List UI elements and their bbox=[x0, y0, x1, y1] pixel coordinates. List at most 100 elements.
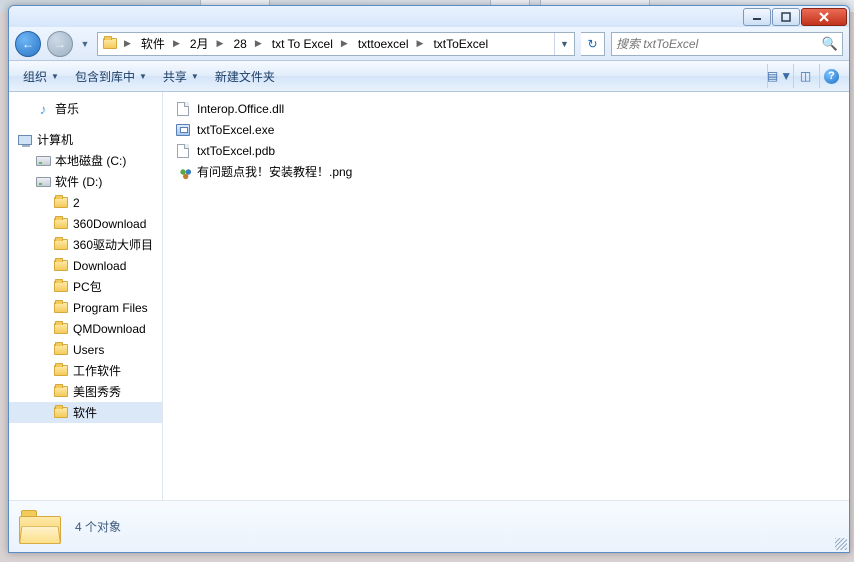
status-bar: 4 个对象 bbox=[9, 500, 849, 552]
crumb-0[interactable]: 软件 bbox=[133, 33, 171, 55]
sidebar-label: Program Files bbox=[73, 301, 148, 315]
sidebar-item-folder[interactable]: Program Files bbox=[9, 297, 162, 318]
crumb-4[interactable]: txttoexcel bbox=[350, 33, 415, 55]
crumb-3[interactable]: txt To Excel bbox=[264, 33, 339, 55]
file-row[interactable]: Interop.Office.dll bbox=[165, 98, 847, 119]
breadcrumb-bar[interactable]: ▶ 软件▶ 2月▶ 28▶ txt To Excel▶ txttoexcel▶ … bbox=[97, 32, 575, 56]
sidebar-item-folder[interactable]: 软件 bbox=[9, 402, 162, 423]
crumb-sep-icon[interactable]: ▶ bbox=[253, 38, 264, 49]
folder-icon bbox=[53, 279, 69, 295]
crumb-5[interactable]: txtToExcel bbox=[425, 33, 494, 55]
toolbar: 组织▼ 包含到库中 ▼ 共享 ▼ 新建文件夹 ▤▼ ◫ ? bbox=[9, 61, 849, 92]
crumb-sep-icon[interactable]: ▶ bbox=[215, 38, 226, 49]
sidebar-item-folder[interactable]: Download bbox=[9, 255, 162, 276]
crumb-2[interactable]: 28 bbox=[225, 33, 252, 55]
new-folder-button[interactable]: 新建文件夹 bbox=[207, 64, 283, 88]
file-row[interactable]: 有问题点我！安装教程！.png bbox=[165, 161, 847, 182]
path-history-dropdown[interactable]: ▼ bbox=[554, 33, 574, 55]
file-type-icon bbox=[175, 122, 191, 138]
address-bar: ← → ▼ ▶ 软件▶ 2月▶ 28▶ txt To Excel▶ txttoe… bbox=[9, 27, 849, 61]
share-menu[interactable]: 共享 ▼ bbox=[155, 64, 207, 88]
include-label: 包含到库中 bbox=[75, 68, 135, 85]
close-icon bbox=[819, 12, 829, 22]
sidebar-item-folder[interactable]: 工作软件 bbox=[9, 360, 162, 381]
sidebar-label: 360Download bbox=[73, 217, 146, 231]
file-name: 有问题点我！安装教程！.png bbox=[197, 163, 352, 180]
crumb-sep-icon[interactable]: ▶ bbox=[339, 38, 350, 49]
view-options-button[interactable]: ▤▼ bbox=[767, 64, 791, 88]
search-box[interactable]: 🔍 bbox=[611, 32, 843, 56]
folder-icon bbox=[53, 300, 69, 316]
search-icon[interactable]: 🔍 bbox=[822, 36, 838, 52]
refresh-icon: ↻ bbox=[587, 37, 597, 51]
sidebar-item-folder[interactable]: QMDownload bbox=[9, 318, 162, 339]
maximize-icon bbox=[781, 12, 791, 22]
music-icon: ♪ bbox=[35, 101, 51, 117]
preview-pane-button[interactable]: ◫ bbox=[793, 64, 817, 88]
file-type-icon bbox=[175, 101, 191, 117]
resize-grip[interactable] bbox=[835, 538, 847, 550]
file-type-icon bbox=[175, 143, 191, 159]
crumb-1[interactable]: 2月 bbox=[182, 33, 215, 55]
file-name: txtToExcel.exe bbox=[197, 123, 274, 137]
help-button[interactable]: ? bbox=[819, 64, 843, 88]
forward-arrow-icon: → bbox=[54, 37, 66, 51]
sidebar-label: 360驱动大师目 bbox=[73, 236, 153, 253]
folder-icon bbox=[53, 342, 69, 358]
explorer-window: ← → ▼ ▶ 软件▶ 2月▶ 28▶ txt To Excel▶ txttoe… bbox=[8, 5, 850, 553]
folder-icon bbox=[53, 195, 69, 211]
history-dropdown[interactable]: ▼ bbox=[79, 34, 91, 54]
navigation-sidebar[interactable]: ♪音乐 计算机 本地磁盘 (C:) 软件 (D:) 2 360Download 36… bbox=[9, 92, 163, 500]
sidebar-item-computer[interactable]: 计算机 bbox=[9, 129, 162, 150]
crumb-sep-icon[interactable]: ▶ bbox=[171, 38, 182, 49]
folder-icon bbox=[53, 405, 69, 421]
view-icon: ▤ bbox=[767, 69, 778, 83]
sidebar-splitter[interactable] bbox=[159, 92, 163, 500]
close-button[interactable] bbox=[801, 8, 847, 26]
sidebar-item-folder[interactable]: 360驱动大师目 bbox=[9, 234, 162, 255]
titlebar[interactable] bbox=[9, 6, 849, 27]
chevron-down-icon: ▼ bbox=[191, 72, 199, 81]
sidebar-item-drive-c[interactable]: 本地磁盘 (C:) bbox=[9, 150, 162, 171]
sidebar-item-folder[interactable]: Users bbox=[9, 339, 162, 360]
file-row[interactable]: txtToExcel.pdb bbox=[165, 140, 847, 161]
include-in-library-menu[interactable]: 包含到库中 ▼ bbox=[67, 64, 155, 88]
sidebar-label: QMDownload bbox=[73, 322, 146, 336]
refresh-button[interactable]: ↻ bbox=[581, 32, 605, 56]
minimize-button[interactable] bbox=[743, 8, 771, 26]
folder-icon bbox=[53, 237, 69, 253]
location-folder-icon bbox=[100, 34, 120, 54]
back-button[interactable]: ← bbox=[15, 31, 41, 57]
sidebar-label: 美图秀秀 bbox=[73, 383, 121, 400]
organize-menu[interactable]: 组织▼ bbox=[15, 64, 67, 88]
sidebar-item-folder[interactable]: 美图秀秀 bbox=[9, 381, 162, 402]
file-name: txtToExcel.pdb bbox=[197, 144, 275, 158]
back-arrow-icon: ← bbox=[22, 37, 34, 51]
file-name: Interop.Office.dll bbox=[197, 102, 284, 116]
sidebar-label: Users bbox=[73, 343, 104, 357]
sidebar-label: 2 bbox=[73, 196, 80, 210]
crumb-sep-icon[interactable]: ▶ bbox=[122, 38, 133, 49]
forward-button[interactable]: → bbox=[47, 31, 73, 57]
share-label: 共享 bbox=[163, 68, 187, 85]
sidebar-item-folder[interactable]: 2 bbox=[9, 192, 162, 213]
sidebar-item-folder[interactable]: PC包 bbox=[9, 276, 162, 297]
sidebar-label: 音乐 bbox=[55, 100, 79, 117]
file-list-pane[interactable]: Interop.Office.dll txtToExcel.exe txtToExc… bbox=[163, 92, 849, 500]
search-input[interactable] bbox=[616, 37, 816, 51]
sidebar-item-music[interactable]: ♪音乐 bbox=[9, 98, 162, 119]
body: ♪音乐 计算机 本地磁盘 (C:) 软件 (D:) 2 360Download 36… bbox=[9, 92, 849, 500]
sidebar-item-drive-d[interactable]: 软件 (D:) bbox=[9, 171, 162, 192]
file-type-icon bbox=[175, 164, 191, 180]
folder-icon bbox=[53, 321, 69, 337]
maximize-button[interactable] bbox=[772, 8, 800, 26]
file-row[interactable]: txtToExcel.exe bbox=[165, 119, 847, 140]
newfolder-label: 新建文件夹 bbox=[215, 68, 275, 85]
chevron-down-icon: ▼ bbox=[139, 72, 147, 81]
sidebar-label: Download bbox=[73, 259, 126, 273]
organize-label: 组织 bbox=[23, 68, 47, 85]
sidebar-item-folder[interactable]: 360Download bbox=[9, 213, 162, 234]
drive-icon bbox=[35, 174, 51, 190]
status-folder-icon bbox=[19, 510, 61, 544]
crumb-sep-icon[interactable]: ▶ bbox=[415, 38, 426, 49]
